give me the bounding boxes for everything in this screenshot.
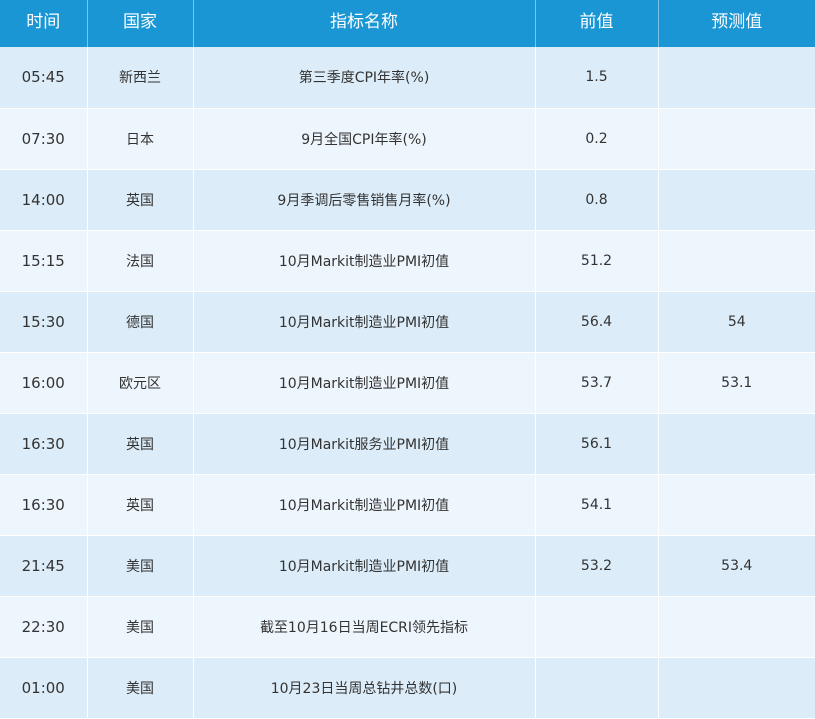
cell-previous: 53.2	[535, 535, 659, 597]
table-row: 01:00 美国 10月23日当周总钻井总数(口)	[0, 657, 815, 719]
cell-forecast	[658, 474, 815, 536]
cell-indicator: 10月Markit制造业PMI初值	[193, 230, 536, 292]
cell-time: 15:15	[0, 230, 88, 292]
cell-previous: 51.2	[535, 230, 659, 292]
cell-indicator: 10月Markit制造业PMI初值	[193, 352, 536, 414]
cell-time: 07:30	[0, 108, 88, 170]
cell-country: 欧元区	[87, 352, 194, 414]
cell-country: 法国	[87, 230, 194, 292]
table-row: 05:45 新西兰 第三季度CPI年率(%) 1.5	[0, 47, 815, 109]
header-row: 时间 国家 指标名称 前值 预测值	[0, 0, 815, 47]
cell-forecast	[658, 596, 815, 658]
cell-time: 01:00	[0, 657, 88, 719]
cell-indicator: 10月Markit服务业PMI初值	[193, 413, 536, 475]
cell-previous: 0.8	[535, 169, 659, 231]
cell-indicator: 10月Markit制造业PMI初值	[193, 535, 536, 597]
table-row: 22:30 美国 截至10月16日当周ECRI领先指标	[0, 596, 815, 658]
header-previous: 前值	[535, 0, 659, 47]
cell-previous: 1.5	[535, 47, 659, 109]
table-row: 15:30 德国 10月Markit制造业PMI初值 56.4 54	[0, 291, 815, 353]
cell-forecast	[658, 169, 815, 231]
header-forecast: 预测值	[711, 12, 763, 32]
cell-forecast	[658, 657, 815, 719]
table-header: 时间 国家 指标名称 前值 预测值	[0, 0, 815, 47]
cell-time: 14:00	[0, 169, 88, 231]
table-row: 16:30 英国 10月Markit制造业PMI初值 54.1	[0, 474, 815, 536]
cell-indicator: 10月Markit制造业PMI初值	[193, 291, 536, 353]
table-row: 16:00 欧元区 10月Markit制造业PMI初值 53.7 53.1	[0, 352, 815, 414]
cell-indicator: 9月全国CPI年率(%)	[193, 108, 536, 170]
cell-previous: 56.1	[535, 413, 659, 475]
table-row: 16:30 英国 10月Markit服务业PMI初值 56.1	[0, 413, 815, 475]
cell-previous: 53.7	[535, 352, 659, 414]
cell-country: 美国	[87, 657, 194, 719]
cell-country: 英国	[87, 413, 194, 475]
cell-country: 英国	[87, 169, 194, 231]
table-row: 07:30 日本 9月全国CPI年率(%) 0.2	[0, 108, 815, 170]
cell-indicator: 10月Markit制造业PMI初值	[193, 474, 536, 536]
cell-previous: 56.4	[535, 291, 659, 353]
cell-previous: 0.2	[535, 108, 659, 170]
cell-forecast	[658, 230, 815, 292]
cell-forecast: 54	[658, 291, 815, 353]
header-country: 国家	[87, 0, 194, 47]
cell-previous: 54.1	[535, 474, 659, 536]
cell-forecast	[658, 47, 815, 109]
table-row: 21:45 美国 10月Markit制造业PMI初值 53.2 53.4	[0, 535, 815, 597]
cell-time: 05:45	[0, 47, 88, 109]
cell-country: 英国	[87, 474, 194, 536]
table-body: 05:45 新西兰 第三季度CPI年率(%) 1.5 07:30 日本 9月全国…	[0, 47, 815, 719]
cell-indicator: 截至10月16日当周ECRI领先指标	[193, 596, 536, 658]
cell-country: 德国	[87, 291, 194, 353]
cell-time: 16:00	[0, 352, 88, 414]
header-time: 时间	[0, 0, 88, 47]
cell-indicator: 9月季调后零售销售月率(%)	[193, 169, 536, 231]
cell-time: 16:30	[0, 474, 88, 536]
table-row: 15:15 法国 10月Markit制造业PMI初值 51.2	[0, 230, 815, 292]
cell-time: 22:30	[0, 596, 88, 658]
cell-country: 美国	[87, 596, 194, 658]
cell-previous	[535, 657, 659, 719]
table-row: 14:00 英国 9月季调后零售销售月率(%) 0.8	[0, 169, 815, 231]
cell-previous	[535, 596, 659, 658]
cell-time: 21:45	[0, 535, 88, 597]
cell-forecast: 53.4	[658, 535, 815, 597]
cell-country: 日本	[87, 108, 194, 170]
cell-country: 新西兰	[87, 47, 194, 109]
header-indicator: 指标名称	[193, 0, 536, 47]
cell-time: 16:30	[0, 413, 88, 475]
cell-forecast	[658, 108, 815, 170]
economic-calendar-table: 时间 国家 指标名称 前值 预测值 05:45 新西兰 第三季度CPI年率(%)…	[0, 0, 815, 719]
cell-indicator: 10月23日当周总钻井总数(口)	[193, 657, 536, 719]
cell-indicator: 第三季度CPI年率(%)	[193, 47, 536, 109]
cell-country: 美国	[87, 535, 194, 597]
cell-time: 15:30	[0, 291, 88, 353]
cell-forecast	[658, 413, 815, 475]
cell-forecast: 53.1	[658, 352, 815, 414]
